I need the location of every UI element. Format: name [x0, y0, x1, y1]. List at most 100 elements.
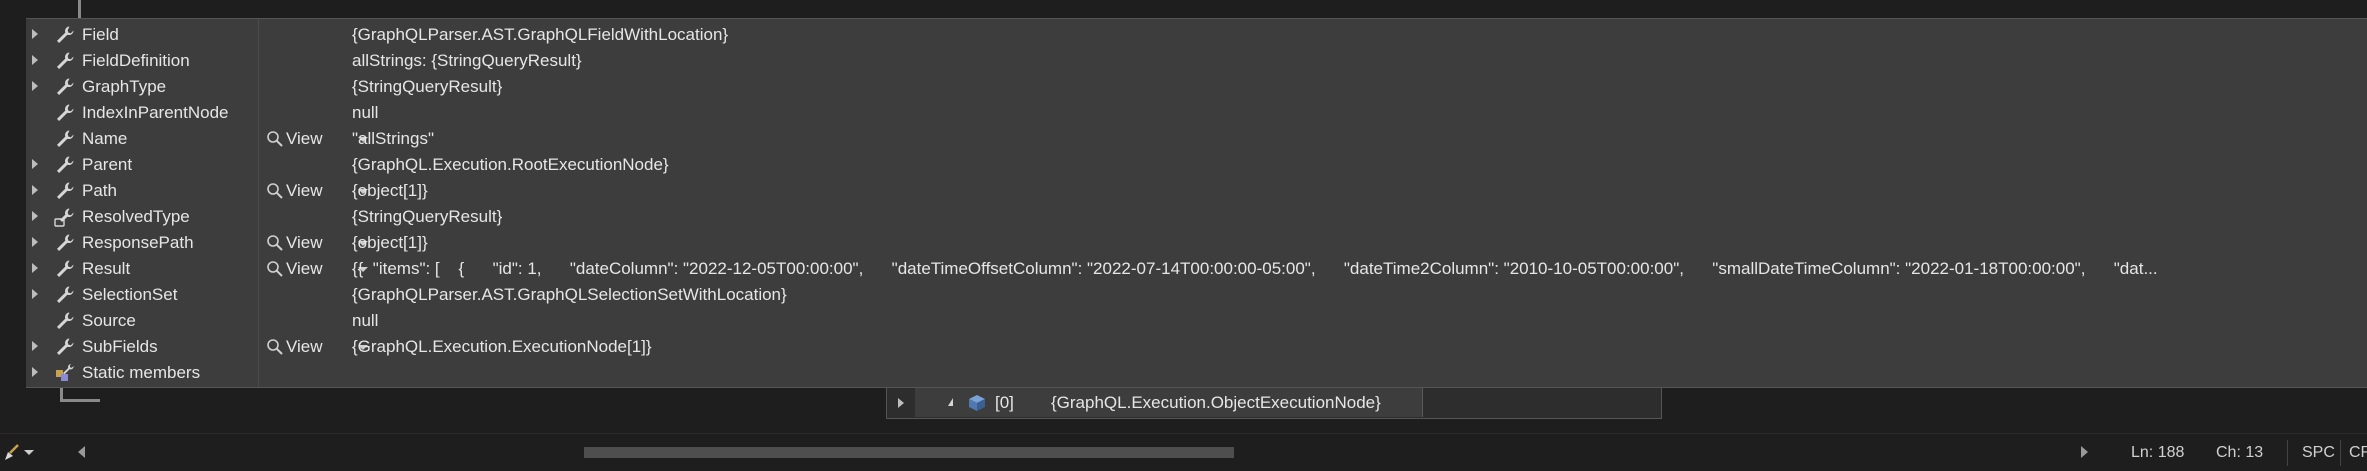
member-name: IndexInParentNode: [82, 103, 229, 122]
member-value[interactable]: {{ "items": [ { "id": 1, "dateColumn": "…: [352, 256, 2352, 282]
child-datatip-row[interactable]: [0] {GraphQL.Execution.ObjectExecutionNo…: [915, 388, 1423, 417]
expand-arrow-icon[interactable]: [32, 55, 38, 65]
wrench-icon: [54, 310, 76, 332]
member-value[interactable]: {StringQueryResult}: [352, 74, 2352, 100]
scroll-left-icon[interactable]: [78, 446, 85, 458]
magnifier-icon: [266, 338, 284, 356]
datatip-row[interactable]: Path View {object[1]}: [26, 178, 2367, 204]
property-link-icon: [54, 206, 76, 228]
expand-arrow-icon[interactable]: [32, 29, 38, 39]
horizontal-scrollbar[interactable]: [92, 443, 2077, 462]
datatip-row[interactable]: Parent {GraphQL.Execution.RootExecutionNo…: [26, 152, 2367, 178]
member-name: Source: [82, 311, 136, 330]
expand-arrow-icon[interactable]: [898, 398, 904, 408]
column-number[interactable]: Ch: 13: [2216, 434, 2263, 471]
member-name: SubFields: [82, 337, 158, 356]
view-label: View: [286, 233, 323, 252]
member-name: FieldDefinition: [82, 51, 190, 70]
expand-arrow-icon[interactable]: [32, 159, 38, 169]
expand-arrow-icon[interactable]: [32, 211, 38, 221]
member-name: Name: [82, 129, 128, 148]
datatip-row[interactable]: Result View {{ "items": [ { "id": 1, "date…: [26, 256, 2367, 282]
wrench-icon: [54, 258, 76, 280]
datatip-row[interactable]: Source null: [26, 308, 2367, 334]
wrench-icon: [54, 284, 76, 306]
datatip-row[interactable]: SubFields View {GraphQL.Execution.Executio…: [26, 334, 2367, 360]
scroll-right-icon[interactable]: [2081, 446, 2088, 458]
child-datatip: [0] {GraphQL.Execution.ObjectExecutionNo…: [886, 388, 1662, 419]
view-label: View: [286, 337, 323, 356]
member-value[interactable]: null: [352, 100, 2352, 126]
expand-arrow-icon[interactable]: [32, 367, 38, 377]
wrench-icon: [54, 180, 76, 202]
wrench-icon: [54, 24, 76, 46]
member-value[interactable]: "allStrings": [352, 126, 2352, 152]
member-value[interactable]: {GraphQLParser.AST.GraphQLSelectionSetWi…: [352, 282, 2352, 308]
status-separator: [2287, 440, 2288, 466]
member-value[interactable]: {object[1]}: [352, 178, 2352, 204]
view-label: View: [286, 259, 323, 278]
member-name: GraphType: [82, 77, 167, 96]
datatip-row[interactable]: FieldDefinition allStrings: {StringQueryR…: [26, 48, 2367, 74]
line-number[interactable]: Ln: 188: [2131, 434, 2184, 471]
datatip-row[interactable]: ResolvedType {StringQueryResult}: [26, 204, 2367, 230]
member-value[interactable]: {StringQueryResult}: [352, 204, 2352, 230]
expand-arrow-icon[interactable]: [32, 237, 38, 247]
expand-arrow-icon[interactable]: [32, 341, 38, 351]
datatip-row[interactable]: IndexInParentNode null: [26, 100, 2367, 126]
status-bar: Ln: 188 Ch: 13 SPC CR: [0, 433, 2367, 471]
expand-arrow-icon[interactable]: [32, 185, 38, 195]
view-label: View: [286, 181, 323, 200]
member-value[interactable]: {GraphQL.Execution.ExecutionNode[1]}: [352, 334, 2352, 360]
static-members-icon: [54, 362, 76, 384]
magnifier-icon: [266, 130, 284, 148]
member-value[interactable]: null: [352, 308, 2352, 334]
wrench-icon: [54, 102, 76, 124]
member-name: ResolvedType: [82, 207, 190, 226]
member-value[interactable]: allStrings: {StringQueryResult}: [352, 48, 2352, 74]
member-name: Static members: [82, 363, 201, 382]
child-item-value: {GraphQL.Execution.ObjectExecutionNode}: [1051, 393, 1381, 412]
line-ending-mode[interactable]: CR: [2349, 434, 2367, 471]
magnifier-icon: [266, 260, 284, 278]
datatip-row[interactable]: ResponsePath View {object[1]}: [26, 230, 2367, 256]
datatip-row[interactable]: Field {GraphQLParser.AST.GraphQLFieldWith…: [26, 22, 2367, 48]
member-name: ResponsePath: [82, 233, 194, 252]
wrench-icon: [54, 154, 76, 176]
object-cube-icon: [969, 395, 985, 411]
magnifier-icon: [266, 182, 284, 200]
member-value[interactable]: {object[1]}: [352, 230, 2352, 256]
child-datatip-divider: [1422, 388, 1423, 417]
expand-arrow-icon[interactable]: [32, 289, 38, 299]
wrench-icon: [54, 50, 76, 72]
member-name: Path: [82, 181, 117, 200]
datatip-row[interactable]: GraphType {StringQueryResult}: [26, 74, 2367, 100]
child-item-name: [0]: [995, 393, 1014, 412]
member-value[interactable]: {GraphQL.Execution.RootExecutionNode}: [352, 152, 2352, 178]
datatip-row[interactable]: Static members: [26, 360, 2367, 386]
member-name: Result: [82, 259, 131, 278]
chevron-down-icon[interactable]: [24, 450, 34, 455]
datatip-row[interactable]: Name View "allStrings": [26, 126, 2367, 152]
whitespace-mode[interactable]: SPC: [2302, 434, 2335, 471]
expand-arrow-icon[interactable]: [32, 263, 38, 273]
datatip-row[interactable]: SelectionSet {GraphQLParser.AST.GraphQLSe…: [26, 282, 2367, 308]
wrench-icon: [54, 232, 76, 254]
member-name: Parent: [82, 155, 133, 174]
datatip-window: Field {GraphQLParser.AST.GraphQLFieldWith…: [26, 18, 2367, 388]
indent-guide-corner-bottom: [60, 399, 100, 402]
scrollbar-thumb[interactable]: [584, 447, 1234, 458]
wrench-icon: [54, 76, 76, 98]
magnifier-icon: [266, 234, 284, 252]
collapse-arrow-icon[interactable]: [948, 398, 953, 406]
expand-arrow-icon[interactable]: [32, 81, 38, 91]
member-name: Field: [82, 25, 119, 44]
member-name: SelectionSet: [82, 285, 178, 304]
view-label: View: [286, 129, 323, 148]
code-cleanup-brush-icon[interactable]: [2, 442, 22, 462]
indent-guide: [78, 0, 81, 20]
member-value[interactable]: {GraphQLParser.AST.GraphQLFieldWithLocat…: [352, 22, 2352, 48]
wrench-icon: [54, 128, 76, 150]
wrench-icon: [54, 336, 76, 358]
status-separator: [2340, 440, 2341, 466]
